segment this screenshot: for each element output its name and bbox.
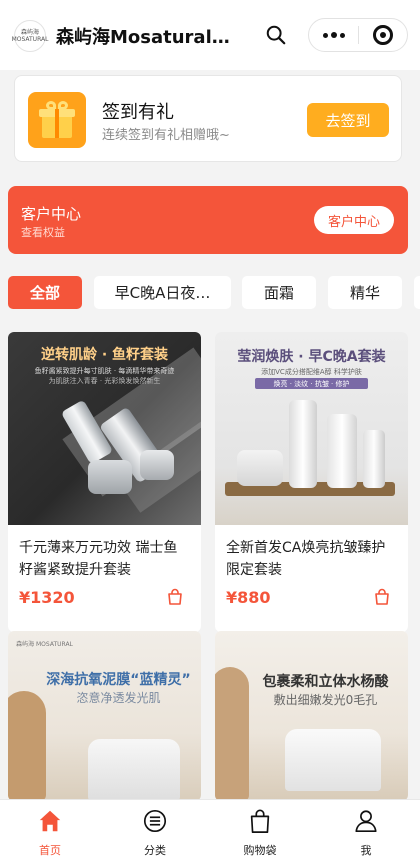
cream-jar: [88, 460, 132, 494]
product-card-3[interactable]: 森屿海 MOSATURAL 深海抗氧泥膜“蓝精灵” 恣意净透发光肌: [8, 631, 201, 801]
product-1-tagline-1: 鱼籽酱紧致提升每寸肌肤 · 每滴精华带来奇迹: [34, 367, 175, 375]
product-2-headline: 莹润焕肤 · 早C晚A套装: [237, 349, 386, 365]
product-image-3[interactable]: 森屿海 MOSATURAL 深海抗氧泥膜“蓝精灵” 恣意净透发光肌: [8, 631, 201, 801]
nav-category[interactable]: 分类: [125, 808, 185, 858]
mud-mask-jar: [285, 729, 381, 791]
product-card-1[interactable]: 逆转肌龄 · 鱼籽套装 鱼籽酱紧致提升每寸肌肤 · 每滴精华带来奇迹 为肌肤注入…: [8, 332, 201, 632]
nav-shopping-bag[interactable]: 购物袋: [230, 808, 290, 858]
customer-center-title: 客户中心: [21, 205, 82, 223]
gift-icon: [28, 92, 86, 148]
product-1-headline: 逆转肌龄 · 鱼籽套装: [40, 347, 169, 363]
tab-all[interactable]: 全部: [8, 276, 82, 309]
signin-button[interactable]: 去签到: [307, 103, 389, 137]
category-tabs: 全部 早C晚A日夜… 面霜 精华: [8, 276, 420, 310]
tab-cream[interactable]: 面霜: [242, 276, 316, 309]
nav-label: 购物袋: [243, 844, 277, 857]
nav-label: 我: [360, 844, 372, 857]
product-4-tagline: 敷出细嫩发光0毛孔: [273, 693, 378, 707]
nav-home[interactable]: 首页: [20, 808, 80, 858]
product-price: ¥1320: [19, 588, 75, 607]
cream-jar: [140, 450, 174, 480]
product-3-brand: 森屿海 MOSATURAL: [16, 641, 73, 648]
add-to-bag-icon[interactable]: [166, 588, 184, 606]
signin-title: 签到有礼: [102, 102, 174, 123]
product-name[interactable]: 全新首发CA焕亮抗皱臻护 限定套装: [226, 537, 398, 581]
home-icon: [39, 810, 61, 832]
signin-subtitle: 连续签到有礼相赠哦~: [102, 128, 230, 143]
nav-label: 分类: [144, 844, 166, 857]
product-4-headline: 包裹柔和立体水杨酸: [262, 674, 389, 690]
serum-bottle: [289, 400, 317, 488]
tab-serum[interactable]: 精华: [328, 276, 402, 309]
close-mini-program-icon[interactable]: [359, 25, 407, 45]
mini-program-capsule: [308, 18, 408, 52]
serum-bottle: [327, 414, 357, 488]
product-price: ¥880: [226, 588, 271, 607]
product-image-1[interactable]: 逆转肌龄 · 鱼籽套装 鱼籽酱紧致提升每寸肌肤 · 每滴精华带来奇迹 为肌肤注入…: [8, 332, 201, 525]
customer-center-button[interactable]: 客户中心: [314, 206, 394, 234]
app-header: 森屿海 MOSATURAL 森屿海Mosatural…: [0, 0, 420, 70]
serum-bottle: [363, 430, 385, 488]
product-2-tagline-2: 焕亮 · 淡纹 · 抗皱 · 修护: [273, 380, 350, 388]
product-1-tagline-2: 为肌肤注入青春 · 光彩焕发焕然新生: [48, 377, 161, 385]
mud-mask-jar: [88, 739, 180, 801]
product-2-tagline-1: 添加VC成分搭配维A醇 科学护肤: [261, 368, 362, 376]
more-options-icon[interactable]: [309, 32, 358, 38]
search-icon[interactable]: [265, 24, 287, 46]
product-3-headline: 深海抗氧泥膜“蓝精灵”: [46, 672, 191, 688]
shopping-bag-icon: [250, 809, 270, 833]
nav-me[interactable]: 我: [336, 808, 396, 858]
add-to-bag-icon[interactable]: [373, 588, 391, 606]
category-icon: [143, 809, 167, 833]
product-name[interactable]: 千元薄来万元功效 瑞士鱼籽酱紧致提升套装: [19, 537, 191, 581]
product-3-tagline: 恣意净透发光肌: [76, 691, 161, 705]
customer-center-banner[interactable]: 客户中心 查看权益 客户中心: [8, 186, 408, 254]
customer-center-subtitle: 查看权益: [21, 226, 65, 239]
cream-jar: [237, 450, 283, 486]
product-image-4[interactable]: 包裹柔和立体水杨酸 敷出细嫩发光0毛孔: [215, 631, 408, 801]
product-card-4[interactable]: 包裹柔和立体水杨酸 敷出细嫩发光0毛孔: [215, 631, 408, 801]
brand-logo[interactable]: 森屿海 MOSATURAL: [12, 20, 48, 52]
product-card-2[interactable]: 莹润焕肤 · 早C晚A套装 添加VC成分搭配维A醇 科学护肤 焕亮 · 淡纹 ·…: [215, 332, 408, 632]
bottom-nav: 首页 分类 购物袋 我: [0, 799, 420, 867]
user-icon: [355, 810, 377, 833]
signin-card: 签到有礼 连续签到有礼相赠哦~ 去签到: [14, 75, 402, 162]
tab-more[interactable]: [414, 276, 420, 309]
tab-day-night-set[interactable]: 早C晚A日夜…: [94, 276, 231, 309]
product-image-2[interactable]: 莹润焕肤 · 早C晚A套装 添加VC成分搭配维A醇 科学护肤 焕亮 · 淡纹 ·…: [215, 332, 408, 525]
page-title: 森屿海Mosatural…: [56, 27, 230, 48]
nav-label: 首页: [39, 844, 61, 857]
